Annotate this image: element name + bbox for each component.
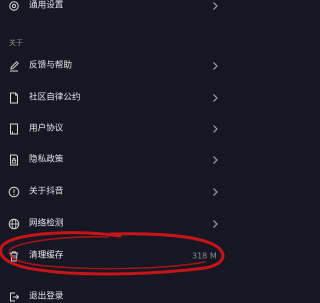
- settings-row-network-check[interactable]: 网络检测: [0, 209, 228, 239]
- row-label: 用户协议: [29, 123, 64, 134]
- settings-row-community-guidelines[interactable]: 社区自律公约: [0, 83, 228, 113]
- trash-icon: [8, 250, 20, 262]
- row-label: 隐私政策: [29, 154, 64, 165]
- chevron-right-icon: [211, 1, 219, 11]
- settings-row-general[interactable]: 通用设置: [0, 0, 228, 21]
- cache-size-value: 318 M: [192, 251, 217, 261]
- row-label: 通用设置: [29, 0, 64, 11]
- gear-icon: [8, 0, 20, 12]
- settings-row-feedback[interactable]: 反馈与帮助: [0, 51, 228, 81]
- chevron-right-icon: [211, 124, 219, 134]
- edit-icon: [8, 60, 20, 72]
- chevron-right-icon: [211, 219, 219, 229]
- settings-row-clear-cache[interactable]: 清理缓存 318 M: [0, 241, 228, 271]
- row-label: 清理缓存: [29, 250, 64, 261]
- document-icon: [8, 92, 20, 104]
- row-label: 社区自律公约: [29, 92, 81, 103]
- logout-icon: [8, 291, 20, 303]
- chevron-right-icon: [211, 61, 219, 71]
- settings-row-user-agreement[interactable]: 用户协议: [0, 114, 228, 144]
- row-label: 反馈与帮助: [29, 60, 72, 71]
- settings-row-privacy-policy[interactable]: 隐私政策: [0, 145, 228, 175]
- chevron-right-icon: [211, 187, 219, 197]
- settings-row-about-app[interactable]: 关于抖音: [0, 177, 228, 207]
- chevron-right-icon: [211, 93, 219, 103]
- chevron-right-icon: [211, 155, 219, 165]
- row-label: 网络检测: [29, 218, 64, 229]
- row-label: 退出登录: [29, 291, 64, 302]
- row-label: 关于抖音: [29, 186, 64, 197]
- info-icon: [8, 186, 20, 198]
- section-title-about: 关于: [9, 39, 23, 47]
- globe-icon: [8, 218, 20, 230]
- book-icon: [8, 123, 20, 135]
- settings-row-logout[interactable]: 退出登录: [0, 282, 228, 303]
- privacy-document-icon: [8, 154, 20, 166]
